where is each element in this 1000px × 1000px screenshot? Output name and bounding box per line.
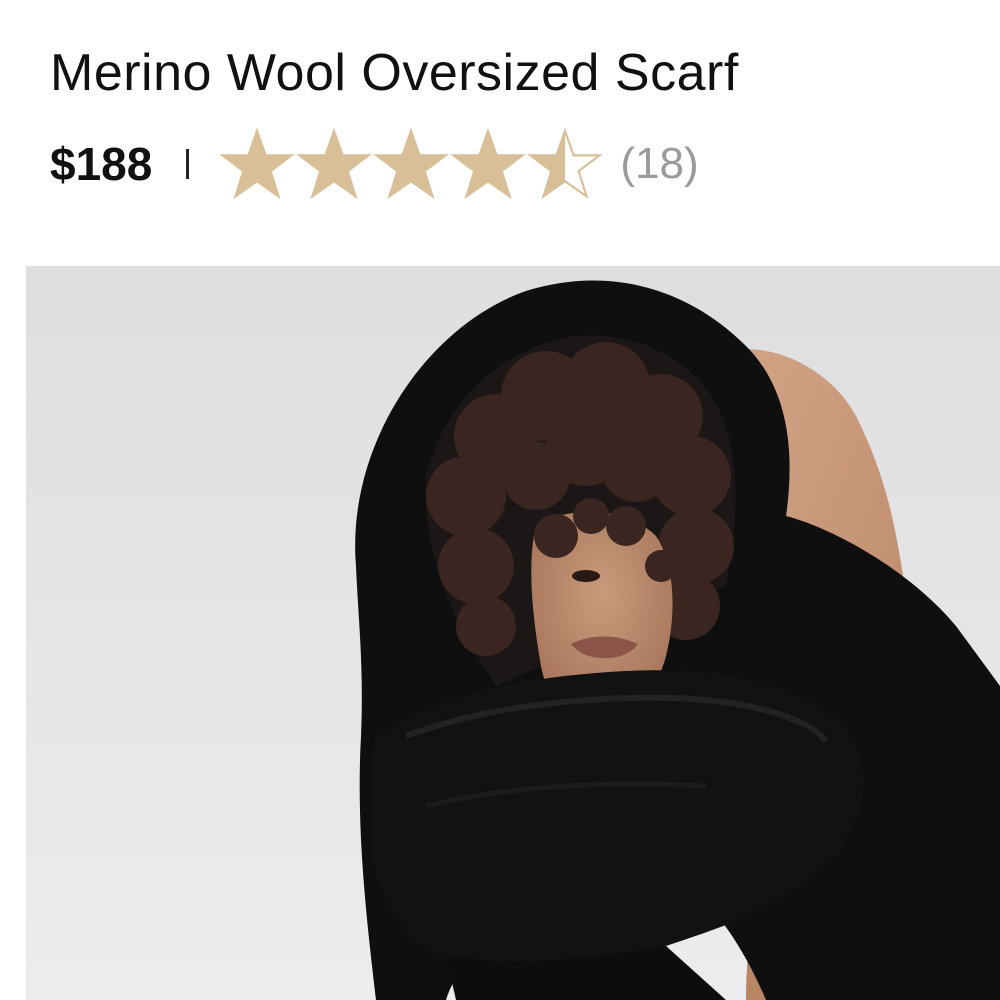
product-header: Merino Wool Oversized Scarf $188 (18) (50, 38, 980, 202)
price-divider (186, 149, 190, 179)
star-full-icon (219, 128, 296, 200)
product-title: Merino Wool Oversized Scarf (50, 44, 739, 102)
product-image[interactable] (26, 266, 1000, 1000)
star-half-icon (527, 128, 604, 200)
star-full-icon (296, 128, 373, 200)
star-full-icon (450, 128, 527, 200)
model-eye (572, 570, 600, 582)
product-price: $188 (50, 138, 153, 190)
star-full-icon (373, 128, 450, 200)
review-count-link[interactable]: (18) (620, 142, 698, 186)
price-rating-row: $188 (18) (50, 126, 980, 202)
star-rating[interactable] (219, 128, 604, 200)
model-photo (355, 280, 1000, 1000)
